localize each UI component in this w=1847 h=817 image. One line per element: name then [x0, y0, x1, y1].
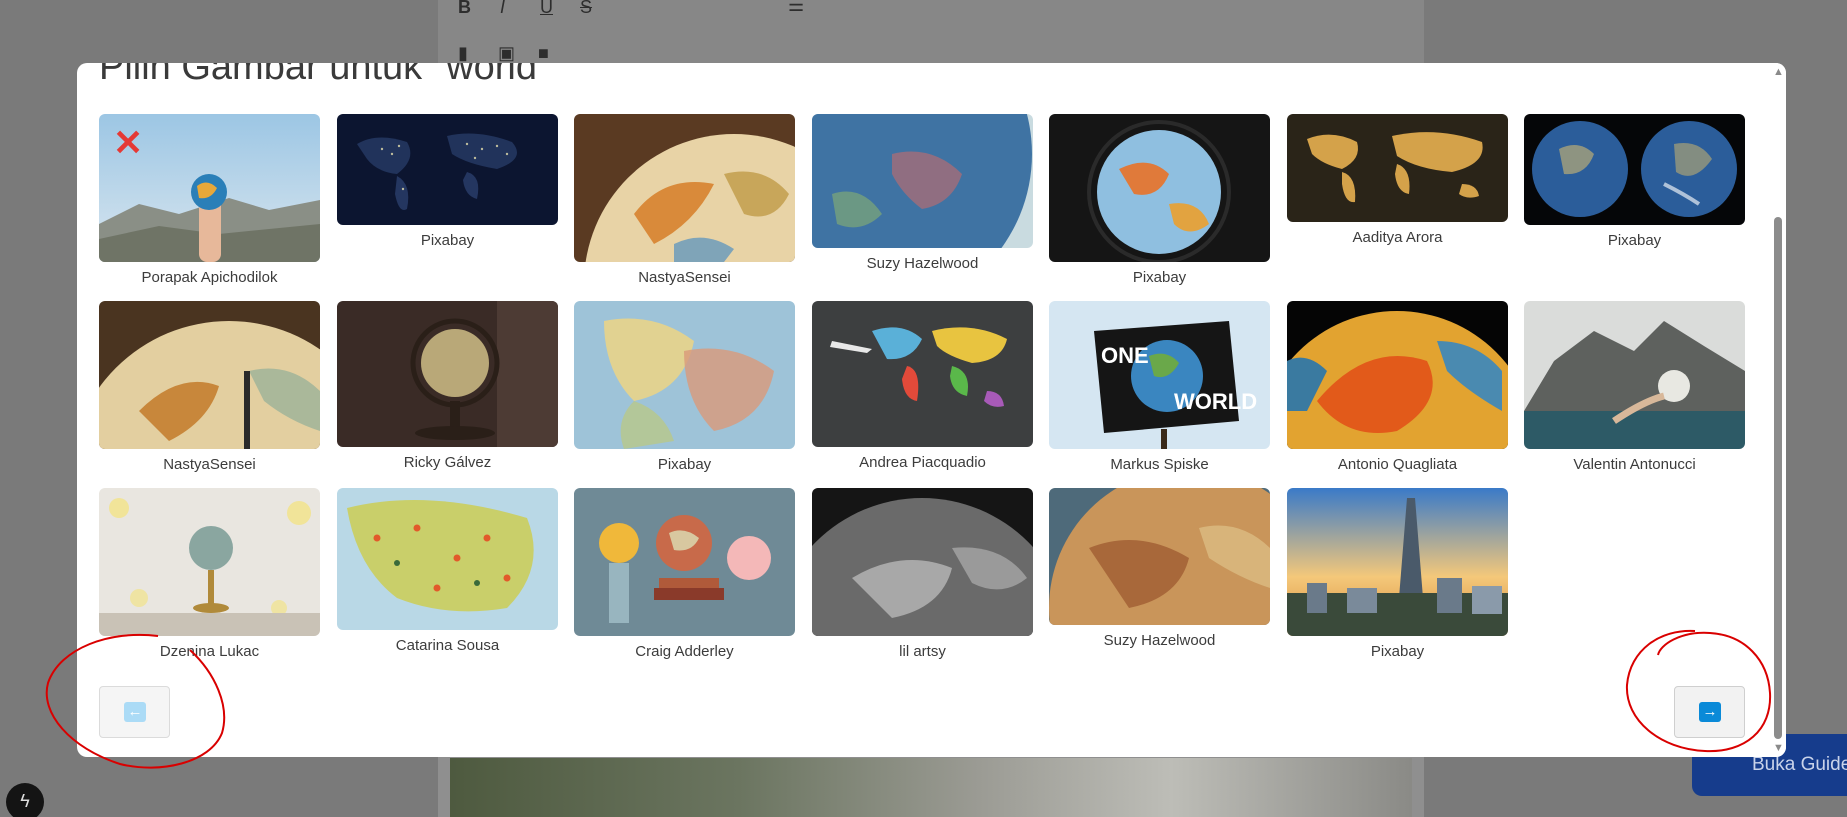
italic-icon: I: [500, 0, 506, 17]
image-thumbnail[interactable]: [99, 301, 320, 449]
image-credit: Catarina Sousa: [395, 637, 500, 654]
file-icon: ▮: [458, 43, 468, 63]
screen: B I U S ☰ ▮ ▣ ■ ϟ Buka Guide Pilih Gamba…: [0, 0, 1847, 817]
image-thumbnail[interactable]: [1049, 114, 1270, 262]
image-option[interactable]: Pixabay: [337, 114, 558, 249]
image-credit: Pixabay: [420, 232, 475, 249]
image-credit: Porapak Apichodilok: [141, 269, 278, 286]
image-thumbnail[interactable]: [337, 301, 558, 447]
image-option[interactable]: ✕ Porapak Apichodilok: [99, 114, 320, 286]
image-credit: NastyaSensei: [163, 456, 256, 473]
image-thumbnail[interactable]: [574, 488, 795, 636]
image-credit: Pixabay: [1607, 232, 1662, 249]
modal-title: Pilih Gambar untuk "world": [99, 63, 551, 88]
editor-background-photo: [450, 758, 1412, 817]
image-thumbnail[interactable]: [812, 488, 1033, 636]
remove-selection-icon[interactable]: ✕: [113, 125, 143, 161]
annotation-circle-right: [1625, 629, 1772, 753]
bolt-icon[interactable]: ϟ: [6, 783, 44, 817]
image-credit: Pixabay: [1132, 269, 1187, 286]
underline-icon: U: [540, 0, 553, 17]
image-thumbnail[interactable]: [1287, 114, 1508, 222]
image-option[interactable]: Aaditya Arora: [1287, 114, 1508, 246]
image-thumbnail[interactable]: [337, 488, 558, 630]
image-option[interactable]: Craig Adderley: [574, 488, 795, 660]
image-icon: ▣: [498, 43, 516, 63]
image-option[interactable]: NastyaSensei: [99, 301, 320, 473]
image-option[interactable]: Catarina Sousa: [337, 488, 558, 654]
image-option[interactable]: lil artsy: [812, 488, 1033, 660]
image-option[interactable]: Pixabay: [1524, 114, 1745, 249]
image-option[interactable]: Suzy Hazelwood: [1049, 488, 1270, 649]
image-credit: Craig Adderley: [635, 643, 734, 660]
image-option[interactable]: NastyaSensei: [574, 114, 795, 286]
image-thumbnail[interactable]: [574, 301, 795, 449]
image-credit: Pixabay: [657, 456, 712, 473]
video-icon: ■: [538, 43, 549, 63]
image-credit: Markus Spiske: [1110, 456, 1209, 473]
image-credit: Suzy Hazelwood: [866, 255, 979, 272]
image-thumbnail[interactable]: ONEWORLD: [1049, 301, 1270, 449]
image-credit: Aaditya Arora: [1352, 229, 1443, 246]
image-credit: NastyaSensei: [638, 269, 731, 286]
image-option[interactable]: Antonio Quagliata: [1287, 301, 1508, 473]
image-option[interactable]: ONEWORLD Markus Spiske: [1049, 301, 1270, 473]
list-icon: ☰: [788, 0, 805, 15]
image-thumbnail[interactable]: [574, 114, 795, 262]
image-thumbnail[interactable]: [99, 488, 320, 636]
image-credit: Antonio Quagliata: [1337, 456, 1458, 473]
image-option[interactable]: Andrea Piacquadio: [812, 301, 1033, 471]
image-option[interactable]: Pixabay: [1287, 488, 1508, 660]
image-thumbnail[interactable]: [1287, 488, 1508, 636]
image-thumbnail[interactable]: [1049, 488, 1270, 625]
editor-toolbar: B I U S ☰ ▮ ▣ ■: [438, 0, 1424, 69]
image-option[interactable]: Ricky Gálvez: [337, 301, 558, 471]
image-option[interactable]: Valentin Antonucci: [1524, 301, 1745, 473]
image-credit: Valentin Antonucci: [1573, 456, 1696, 473]
image-credit: Andrea Piacquadio: [859, 454, 986, 471]
image-option[interactable]: Pixabay: [1049, 114, 1270, 286]
image-credit: Pixabay: [1370, 643, 1425, 660]
image-thumbnail[interactable]: [1524, 301, 1745, 449]
image-thumbnail[interactable]: [1287, 301, 1508, 449]
scroll-up-icon[interactable]: ▲: [1771, 65, 1786, 79]
annotation-circle-left: [45, 633, 226, 769]
image-thumbnail[interactable]: [337, 114, 558, 225]
image-credit: lil artsy: [899, 643, 946, 660]
image-credit: Ricky Gálvez: [403, 454, 492, 471]
strikethrough-icon: S: [580, 0, 593, 17]
image-option[interactable]: Suzy Hazelwood: [812, 114, 1033, 272]
image-credit: Suzy Hazelwood: [1103, 632, 1216, 649]
image-picker-modal: Pilih Gambar untuk "world" ✕ Porapak Api…: [77, 63, 1786, 757]
image-thumbnail[interactable]: [812, 114, 1033, 248]
image-option[interactable]: Pixabay: [574, 301, 795, 473]
image-thumbnail[interactable]: [812, 301, 1033, 447]
image-thumbnail[interactable]: [1524, 114, 1745, 225]
image-thumbnail[interactable]: ✕: [99, 114, 320, 262]
bold-icon: B: [458, 0, 471, 17]
